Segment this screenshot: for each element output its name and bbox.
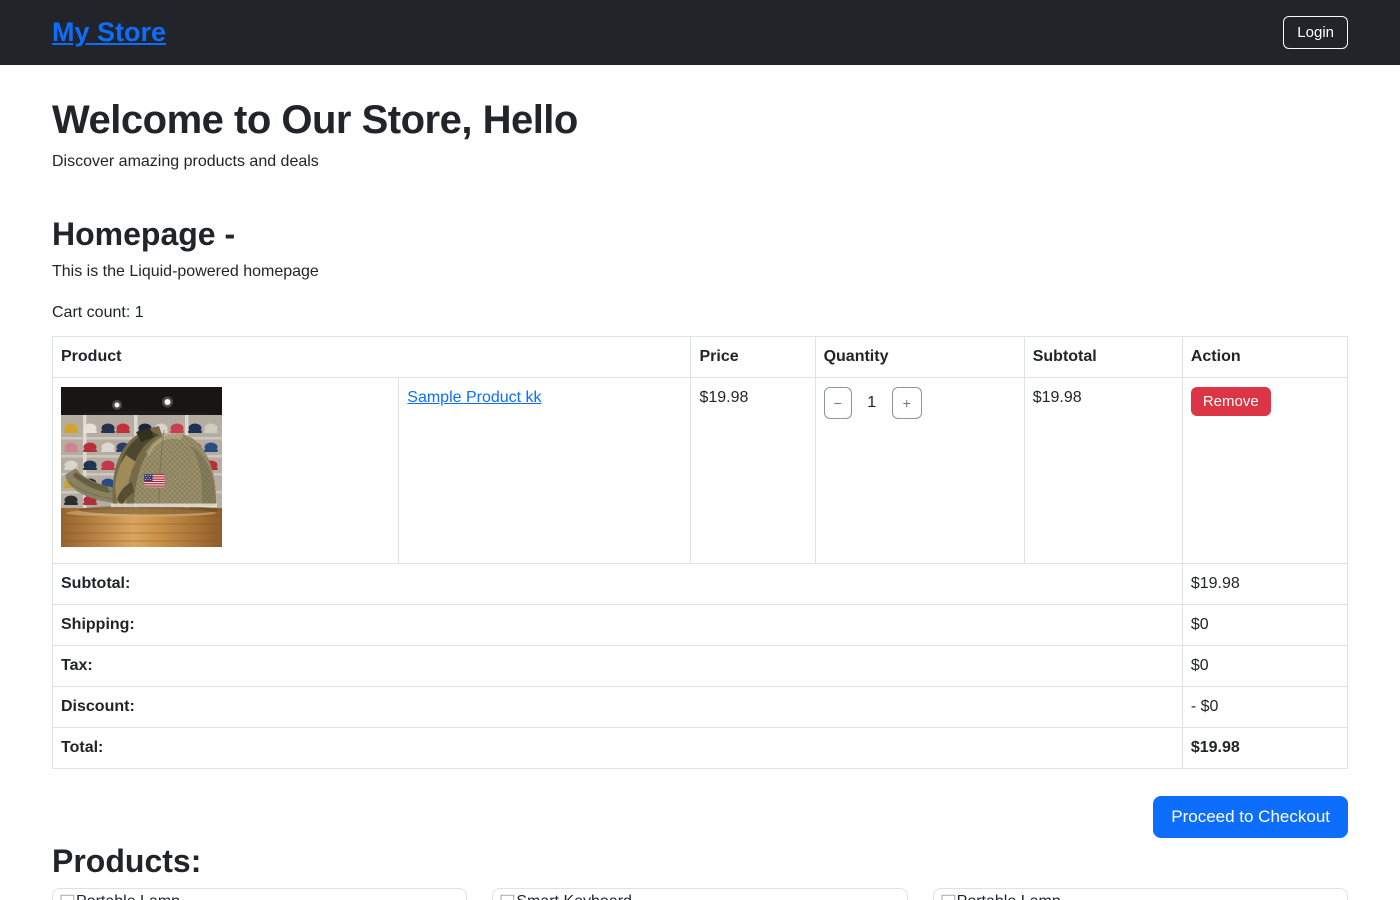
navbar: My Store Login [0,0,1400,65]
product-card[interactable]: Portable Lamp [52,888,467,900]
cart-count-label: Cart count: 1 [52,301,1348,325]
cart-header-row: Product Price Quantity Subtotal Action [53,337,1348,378]
product-card-name: Portable Lamp [76,892,180,900]
summary-value: $0 [1182,646,1347,687]
login-button[interactable]: Login [1283,16,1348,49]
summary-row-total: Total: $19.98 [53,728,1348,769]
action-cell: Remove [1182,378,1347,564]
product-card[interactable]: Smart Keyboard [492,888,907,900]
quantity-value: 1 [867,392,876,414]
quantity-cell: − 1 + [815,378,1024,564]
product-subtotal-cell: $19.98 [1024,378,1182,564]
proceed-to-checkout-button[interactable]: Proceed to Checkout [1153,796,1348,838]
summary-value: $0 [1182,605,1347,646]
quantity-increase-button[interactable]: + [892,387,922,419]
summary-label: Tax: [53,646,1183,687]
remove-button[interactable]: Remove [1191,387,1271,416]
broken-image-icon [58,893,76,900]
homepage-description: This is the Liquid-powered homepage [52,260,1348,284]
product-name-cell: Sample Product kk [399,378,691,564]
summary-label: Total: [53,728,1183,769]
checkout-area: Proceed to Checkout [52,796,1348,838]
summary-value: - $0 [1182,687,1347,728]
summary-label: Shipping: [53,605,1183,646]
product-card-name: Smart Keyboard [516,892,632,900]
summary-label: Discount: [53,687,1183,728]
summary-value: $19.98 [1182,564,1347,605]
product-card-name: Portable Lamp [957,892,1061,900]
product-cards-row: Portable Lamp Smart Keyboard Porta [52,888,1348,900]
homepage-heading: Homepage - [52,215,1348,253]
main-content: Welcome to Our Store, Hello Discover ama… [52,96,1348,900]
hero-subtitle: Discover amazing products and deals [52,150,1348,174]
col-header-quantity: Quantity [815,337,1024,378]
summary-value: $19.98 [1182,728,1347,769]
summary-row-subtotal: Subtotal: $19.98 [53,564,1348,605]
summary-label: Subtotal: [53,564,1183,605]
summary-row-shipping: Shipping: $0 [53,605,1348,646]
product-card[interactable]: Portable Lamp [933,888,1348,900]
page-title: Welcome to Our Store, Hello [52,96,1348,144]
us-flag-patch [144,474,165,488]
product-image-cell [53,378,399,564]
col-header-product: Product [53,337,691,378]
summary-row-discount: Discount: - $0 [53,687,1348,728]
quantity-decrease-button[interactable]: − [824,387,852,419]
summary-row-tax: Tax: $0 [53,646,1348,687]
cart-table: Product Price Quantity Subtotal Action [52,336,1348,769]
col-header-subtotal: Subtotal [1024,337,1182,378]
store-brand-link[interactable]: My Store [52,17,166,48]
col-header-price: Price [691,337,815,378]
product-price-cell: $19.98 [691,378,815,564]
broken-image-icon [939,893,957,900]
product-name-link[interactable]: Sample Product kk [407,389,541,406]
broken-image-icon [498,893,516,900]
col-header-action: Action [1182,337,1347,378]
cart-item-row: Sample Product kk $19.98 − 1 + $19.98 Re… [53,378,1348,564]
products-heading: Products: [52,842,1348,880]
product-photo [61,387,222,547]
